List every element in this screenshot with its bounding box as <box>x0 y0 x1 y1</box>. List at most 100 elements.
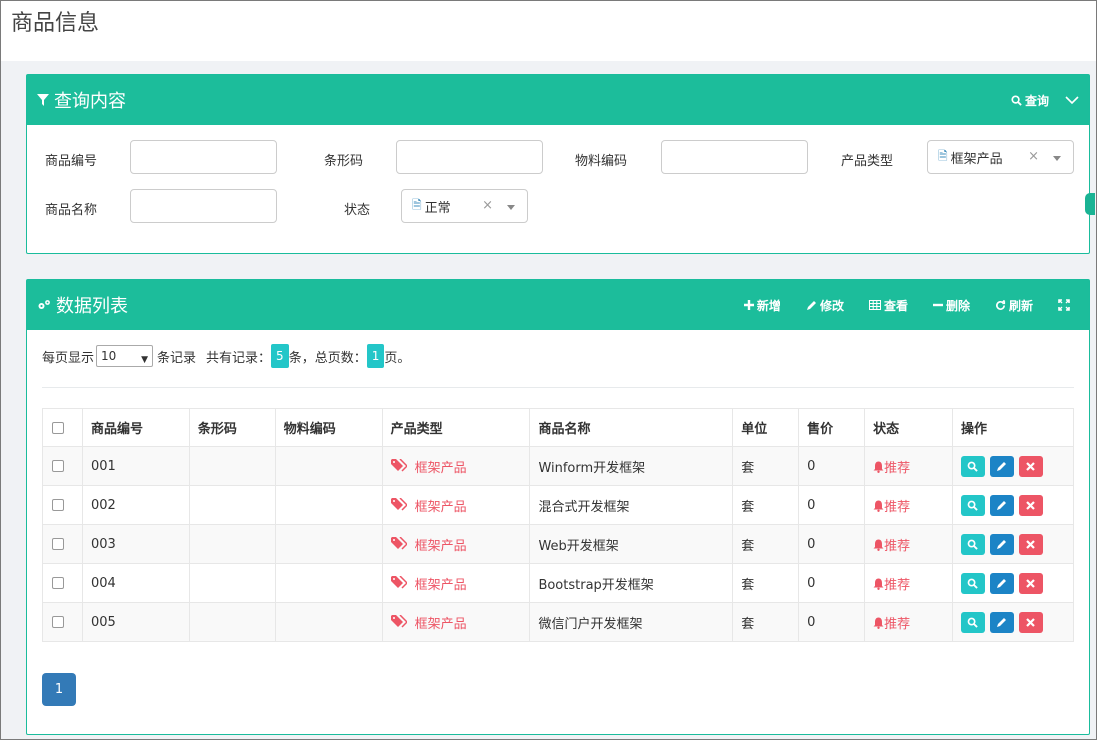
close-icon <box>1026 500 1036 510</box>
cell-price: 0 <box>798 602 866 642</box>
close-icon <box>1026 617 1036 627</box>
cell-material <box>274 524 383 564</box>
type-label: 框架产品 <box>414 460 467 476</box>
table-icon <box>868 300 881 310</box>
cell-type: 框架产品 <box>381 524 531 564</box>
column-header[interactable]: 商品编号 <box>81 408 190 447</box>
view-button[interactable]: 查看 <box>868 297 908 314</box>
column-header[interactable]: 商品名称 <box>529 408 734 447</box>
cell-code: 004 <box>81 563 190 603</box>
table-row[interactable]: 005 框架产品 微信门户开发框架套 0 推荐 <box>42 602 1075 642</box>
row-delete-button[interactable] <box>1018 455 1043 477</box>
gears-icon <box>38 300 50 309</box>
column-header[interactable]: 售价 <box>798 408 866 447</box>
tags-icon <box>390 613 408 632</box>
collapse-toggle[interactable] <box>1065 95 1079 105</box>
column-header[interactable]: 产品类型 <box>381 408 531 447</box>
status-label: 推荐 <box>884 460 911 476</box>
column-header[interactable]: 单位 <box>732 408 800 447</box>
table-row[interactable]: 001 框架产品 Winform开发框架套 0 推荐 <box>42 446 1075 486</box>
column-header[interactable]: 物料编码 <box>274 408 383 447</box>
row-view-button[interactable] <box>960 533 985 555</box>
cell-status: 推荐 <box>864 446 953 486</box>
cell-type: 框架产品 <box>381 602 531 642</box>
refresh-icon <box>996 299 1006 310</box>
row-delete-button[interactable] <box>1018 572 1043 594</box>
search-icon <box>968 578 979 589</box>
cell-unit: 套 <box>732 446 800 486</box>
status-label: 推荐 <box>884 538 911 554</box>
row-edit-button[interactable] <box>989 572 1014 594</box>
app-frame: 商品信息 查询内容 查询 商品编号 条形码 物料编码 产品类型 🗎 框架产品 ×… <box>0 0 1097 740</box>
product-code-input[interactable] <box>130 140 277 174</box>
side-tab[interactable] <box>1085 193 1095 215</box>
row-view-button[interactable] <box>960 611 985 633</box>
fullscreen-button[interactable] <box>1058 299 1070 311</box>
row-delete-button[interactable] <box>1018 611 1043 633</box>
row-delete-button[interactable] <box>1018 533 1043 555</box>
pages-suffix: 页。 <box>384 350 411 366</box>
material-code-input[interactable] <box>661 140 808 174</box>
row-edit-button[interactable] <box>989 455 1014 477</box>
search-button[interactable]: 查询 <box>1011 92 1049 109</box>
row-view-button[interactable] <box>960 572 985 594</box>
cell-barcode <box>188 524 276 564</box>
row-view-button[interactable] <box>960 494 985 516</box>
clear-icon[interactable]: × <box>1028 149 1039 164</box>
label-product-type: 产品类型 <box>841 154 894 169</box>
cell-status: 推荐 <box>864 602 953 642</box>
cell-type: 框架产品 <box>381 485 531 525</box>
tags-icon <box>390 535 408 554</box>
cell-barcode <box>188 602 276 642</box>
row-checkbox[interactable] <box>52 499 64 511</box>
label-barcode: 条形码 <box>324 154 364 169</box>
page-size-select[interactable]: 10 ▼ <box>96 345 154 367</box>
barcode-input[interactable] <box>396 140 543 174</box>
cell-price: 0 <box>798 524 866 564</box>
cell-price: 0 <box>798 446 866 486</box>
row-checkbox[interactable] <box>52 538 64 550</box>
row-edit-button[interactable] <box>989 494 1014 516</box>
column-header[interactable]: 条形码 <box>188 408 276 447</box>
chevron-down-icon <box>1065 96 1079 105</box>
label-product-name: 商品名称 <box>45 203 98 218</box>
search-icon <box>968 617 979 628</box>
row-edit-button[interactable] <box>989 611 1014 633</box>
column-header[interactable]: 状态 <box>864 408 953 447</box>
row-checkbox[interactable] <box>52 616 64 628</box>
cell-actions <box>951 524 1075 564</box>
table-row[interactable]: 004 框架产品 Bootstrap开发框架套 0 推荐 <box>42 563 1075 603</box>
cell-actions <box>951 485 1075 525</box>
row-checkbox[interactable] <box>52 577 64 589</box>
total-suffix: 条，总页数： <box>288 350 367 366</box>
data-list-title-text: 数据列表 <box>56 296 128 317</box>
data-list-panel: 数据列表 新增 修改 查看 删除 刷新 每页显示 10 ▼ 条记录 共有记录： … <box>26 279 1090 735</box>
row-delete-button[interactable] <box>1018 494 1043 516</box>
clear-icon[interactable]: × <box>482 198 493 213</box>
product-type-select[interactable]: 🗎 框架产品 × <box>927 140 1074 174</box>
refresh-button[interactable]: 刷新 <box>995 297 1033 314</box>
table-row[interactable]: 003 框架产品 Web开发框架套 0 推荐 <box>42 524 1075 564</box>
cell-name: Bootstrap开发框架 <box>529 563 734 603</box>
pager-info: 每页显示 10 ▼ 条记录 共有记录： 5 条，总页数： 1 页。 <box>42 344 410 368</box>
delete-button[interactable]: 删除 <box>932 297 970 314</box>
add-button[interactable]: 新增 <box>743 297 781 314</box>
table-header-row: 商品编号 条形码 物料编码 产品类型 商品名称 单位 售价 状态 操作 <box>42 408 1075 447</box>
close-icon <box>1026 539 1036 549</box>
row-checkbox[interactable] <box>52 460 64 472</box>
bell-icon <box>873 617 884 629</box>
status-select[interactable]: 🗎 正常 × <box>401 189 528 223</box>
row-view-button[interactable] <box>960 455 985 477</box>
product-name-input[interactable] <box>130 189 277 223</box>
tags-icon <box>390 457 408 476</box>
refresh-button-label: 刷新 <box>1008 298 1033 313</box>
select-all-checkbox[interactable] <box>52 421 64 434</box>
search-button-label: 查询 <box>1024 93 1049 108</box>
table-row[interactable]: 002 框架产品 混合式开发框架套 0 推荐 <box>42 485 1075 525</box>
edit-button[interactable]: 修改 <box>806 297 844 314</box>
row-edit-button[interactable] <box>989 533 1014 555</box>
page-button-1[interactable]: 1 <box>42 673 76 706</box>
cell-code: 001 <box>81 446 190 486</box>
bell-icon <box>873 461 884 473</box>
cell-type: 框架产品 <box>381 446 531 486</box>
